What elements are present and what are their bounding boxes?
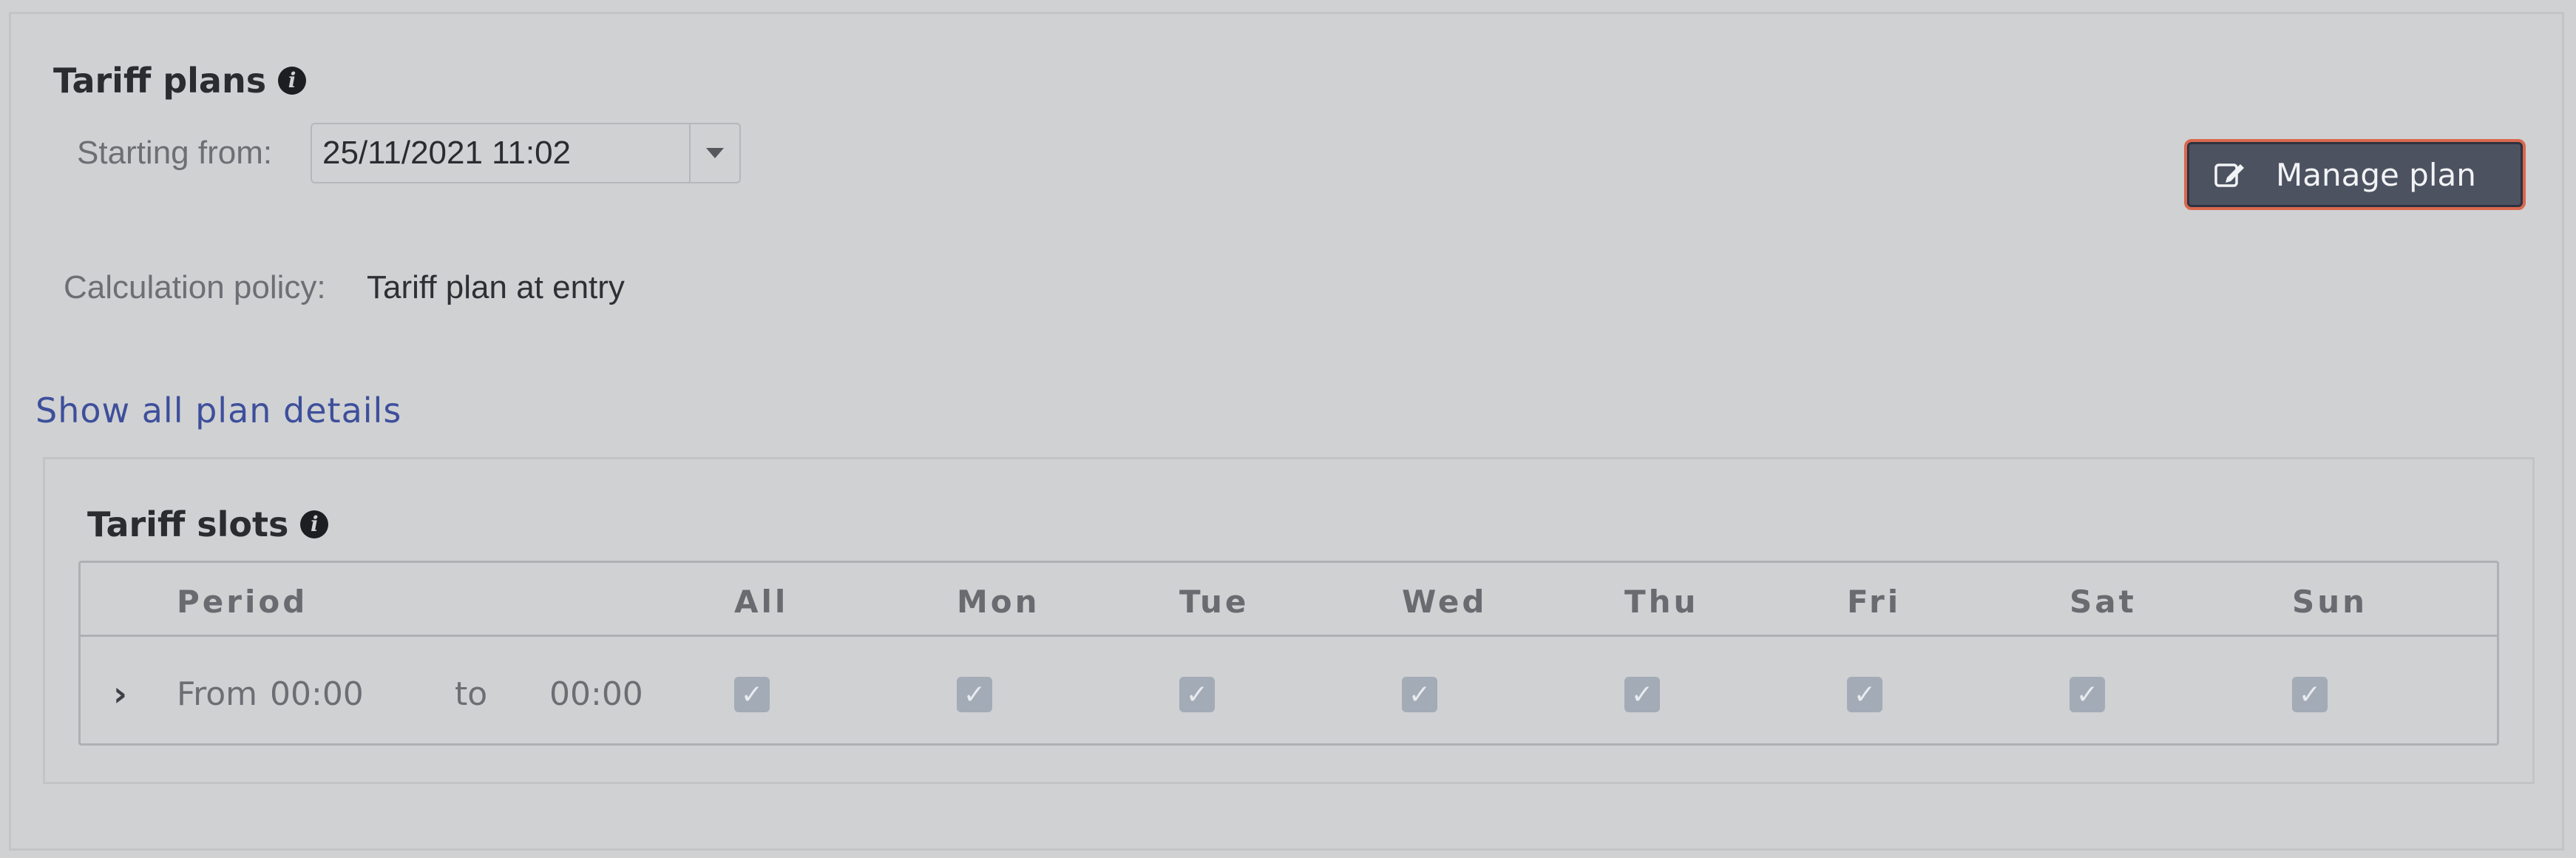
tariff-slots-table: Period All Mon Tue Wed Thu Fri Sat Sun ›… bbox=[78, 561, 2499, 746]
column-header-wed: Wed bbox=[1402, 584, 1488, 620]
checkbox-sun[interactable]: ✓ bbox=[2292, 677, 2328, 712]
column-header-tue: Tue bbox=[1179, 584, 1250, 620]
manage-plan-label: Manage plan bbox=[2276, 156, 2476, 193]
column-header-thu: Thu bbox=[1624, 584, 1699, 620]
period-from-label: From bbox=[177, 675, 258, 713]
column-header-sun: Sun bbox=[2292, 584, 2368, 620]
tariff-page: Tariff plans i Starting from: 25/11/2021… bbox=[0, 0, 2576, 858]
chevron-down-icon bbox=[706, 148, 724, 158]
checkbox-tue[interactable]: ✓ bbox=[1179, 677, 1215, 712]
tariff-plans-title-text: Tariff plans bbox=[53, 61, 267, 101]
column-header-fri: Fri bbox=[1847, 584, 1902, 620]
checkbox-all[interactable]: ✓ bbox=[734, 677, 770, 712]
period-from-time: 00:00 bbox=[270, 675, 364, 713]
checkbox-sat[interactable]: ✓ bbox=[2070, 677, 2105, 712]
column-header-all: All bbox=[734, 584, 789, 620]
calculation-policy-value: Tariff plan at entry bbox=[367, 269, 625, 305]
checkbox-wed[interactable]: ✓ bbox=[1402, 677, 1437, 712]
tariff-plans-title: Tariff plans i bbox=[53, 61, 307, 101]
show-all-plan-details-link[interactable]: Show all plan details bbox=[35, 391, 401, 430]
column-header-mon: Mon bbox=[957, 584, 1040, 620]
checkbox-fri[interactable]: ✓ bbox=[1847, 677, 1882, 712]
dropdown-toggle[interactable] bbox=[691, 124, 739, 182]
tariff-slots-title-text: Tariff slots bbox=[87, 504, 289, 544]
chevron-right-icon[interactable]: › bbox=[113, 674, 127, 714]
calculation-policy-label: Calculation policy: bbox=[64, 269, 326, 305]
checkbox-mon[interactable]: ✓ bbox=[957, 677, 992, 712]
table-header: Period All Mon Tue Wed Thu Fri Sat Sun bbox=[81, 563, 2497, 637]
starting-from-value: 25/11/2021 11:02 bbox=[312, 124, 691, 182]
period-to-time: 00:00 bbox=[549, 675, 643, 713]
info-icon[interactable]: i bbox=[278, 67, 307, 95]
checkbox-thu[interactable]: ✓ bbox=[1624, 677, 1660, 712]
starting-from-select[interactable]: 25/11/2021 11:02 bbox=[311, 123, 741, 183]
manage-plan-button[interactable]: Manage plan bbox=[2184, 139, 2526, 210]
starting-from-label: Starting from: bbox=[77, 135, 273, 171]
info-icon[interactable]: i bbox=[300, 510, 329, 538]
period-to-label: to bbox=[455, 675, 488, 713]
edit-icon bbox=[2214, 163, 2244, 187]
column-header-period: Period bbox=[177, 584, 308, 620]
tariff-slots-title: Tariff slots i bbox=[87, 504, 329, 544]
column-header-sat: Sat bbox=[2070, 584, 2137, 620]
